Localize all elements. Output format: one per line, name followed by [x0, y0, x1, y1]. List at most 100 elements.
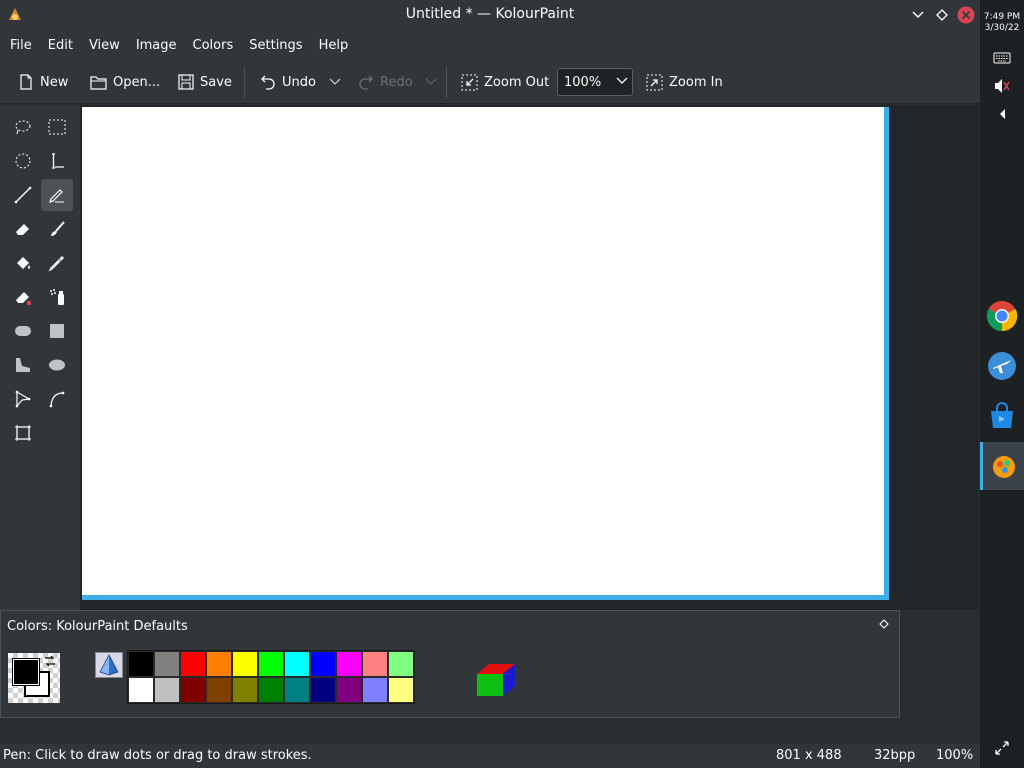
- rect-select-icon: [48, 119, 66, 135]
- swap-colors-icon[interactable]: [43, 654, 57, 672]
- main-toolbar: New Open... Save Undo Redo Zoom Out Zoom…: [0, 60, 980, 104]
- palette-swatch[interactable]: [206, 651, 232, 677]
- foreground-color-swatch[interactable]: [12, 658, 40, 686]
- menu-edit[interactable]: Edit: [42, 38, 79, 53]
- drawing-canvas[interactable]: [82, 107, 884, 595]
- panel-options-icon[interactable]: [992, 738, 1012, 758]
- palette-swatch[interactable]: [258, 651, 284, 677]
- save-icon: [178, 74, 194, 90]
- connected-lines-icon: [15, 390, 31, 408]
- palette-swatch[interactable]: [388, 651, 414, 677]
- pen-tool[interactable]: [41, 179, 73, 211]
- menu-settings[interactable]: Settings: [243, 38, 308, 53]
- pen-icon: [49, 189, 64, 203]
- transparent-color-swatch[interactable]: [95, 652, 123, 678]
- palette-swatch[interactable]: [310, 677, 336, 703]
- spraycan-tool[interactable]: [41, 281, 73, 313]
- palette-swatch[interactable]: [362, 651, 388, 677]
- status-bar: Pen: Click to draw dots or drag to draw …: [0, 744, 980, 768]
- palette-swatch[interactable]: [284, 677, 310, 703]
- free-form-selection-tool[interactable]: [7, 111, 39, 143]
- zoom-in-button[interactable]: Zoom In: [646, 70, 723, 94]
- window-title: Untitled * — KolourPaint: [405, 6, 575, 22]
- polygon-icon: [16, 358, 30, 372]
- color-eraser-tool[interactable]: [7, 281, 39, 313]
- palette-swatch[interactable]: [180, 651, 206, 677]
- float-panel-icon[interactable]: [879, 618, 889, 633]
- redo-label: Redo: [380, 74, 413, 90]
- close-button[interactable]: [956, 5, 976, 25]
- zoom-out-button[interactable]: Zoom Out: [461, 70, 549, 94]
- curve-tool[interactable]: [41, 383, 73, 415]
- spraycan-icon: [50, 289, 64, 305]
- zoom-combobox[interactable]: 100%: [557, 68, 633, 96]
- menu-view[interactable]: View: [83, 38, 126, 53]
- speaker-muted-icon[interactable]: [992, 76, 1012, 96]
- autocrop-tool[interactable]: [7, 417, 39, 449]
- palette-swatch[interactable]: [362, 677, 388, 703]
- menu-image[interactable]: Image: [130, 38, 183, 53]
- elliptical-selection-tool[interactable]: [7, 145, 39, 177]
- new-button[interactable]: New: [18, 70, 68, 94]
- palette-swatch[interactable]: [128, 651, 154, 677]
- palette-swatch[interactable]: [232, 651, 258, 677]
- palette-swatch[interactable]: [388, 677, 414, 703]
- menu-file[interactable]: File: [4, 38, 38, 53]
- color-picker-tool[interactable]: [41, 247, 73, 279]
- menu-help[interactable]: Help: [313, 38, 355, 53]
- eraser-tool[interactable]: [7, 213, 39, 245]
- clock-date[interactable]: 3/30/22: [980, 23, 1024, 33]
- text-tool[interactable]: [41, 145, 73, 177]
- menu-colors[interactable]: Colors: [187, 38, 240, 53]
- palette-swatch[interactable]: [336, 651, 362, 677]
- line-tool[interactable]: [7, 179, 39, 211]
- shopping-bag-icon: [991, 402, 1013, 428]
- chevron-down-icon: [329, 78, 341, 85]
- keyboard-icon[interactable]: [992, 48, 1012, 68]
- palette-swatch[interactable]: [154, 677, 180, 703]
- tool-box: [0, 105, 80, 610]
- undo-dropdown[interactable]: [329, 70, 341, 94]
- open-button[interactable]: Open...: [90, 70, 160, 94]
- redo-dropdown[interactable]: [425, 70, 437, 94]
- text-icon: [52, 153, 64, 169]
- palette-swatch[interactable]: [206, 677, 232, 703]
- rounded-rectangle-tool[interactable]: [7, 315, 39, 347]
- palette-swatch[interactable]: [284, 651, 310, 677]
- save-button[interactable]: Save: [178, 70, 232, 94]
- redo-button[interactable]: Redo: [358, 70, 413, 94]
- brush-tool[interactable]: [41, 213, 73, 245]
- color-eraser-icon: [16, 292, 31, 305]
- palette-swatch[interactable]: [232, 677, 258, 703]
- palette-swatch[interactable]: [180, 677, 206, 703]
- taskbar-store[interactable]: [980, 392, 1024, 440]
- color-similarity-cube-icon[interactable]: [474, 656, 518, 698]
- toolbar-separator: [244, 66, 245, 98]
- connected-lines-tool[interactable]: [7, 383, 39, 415]
- flood-fill-tool[interactable]: [7, 247, 39, 279]
- taskbar-kolourpaint[interactable]: [980, 442, 1024, 490]
- polygon-tool[interactable]: [7, 349, 39, 381]
- rectangular-selection-tool[interactable]: [41, 111, 73, 143]
- taskbar-chrome[interactable]: [980, 292, 1024, 340]
- rectangle-tool[interactable]: [41, 315, 73, 347]
- palette-swatch[interactable]: [128, 677, 154, 703]
- taskbar-plane-app[interactable]: [980, 342, 1024, 390]
- folder-open-icon: [90, 75, 107, 90]
- palette-swatch[interactable]: [154, 651, 180, 677]
- expand-tray-icon[interactable]: [992, 104, 1012, 124]
- minimize-button[interactable]: [908, 5, 928, 25]
- plasma-panel: 7:49 PM 3/30/22: [980, 0, 1024, 768]
- palette-swatch[interactable]: [258, 677, 284, 703]
- canvas-resize-handle-right[interactable]: [884, 107, 889, 600]
- chevron-down-icon: [425, 78, 437, 85]
- image-size: 801 x 488: [776, 748, 842, 763]
- clock-time[interactable]: 7:49 PM: [980, 12, 1024, 22]
- zoom-in-label: Zoom In: [669, 74, 723, 90]
- maximize-button[interactable]: [932, 5, 952, 25]
- undo-button[interactable]: Undo: [260, 70, 316, 94]
- palette-swatch[interactable]: [310, 651, 336, 677]
- canvas-resize-handle-bottom[interactable]: [82, 595, 889, 600]
- ellipse-tool[interactable]: [41, 349, 73, 381]
- palette-swatch[interactable]: [336, 677, 362, 703]
